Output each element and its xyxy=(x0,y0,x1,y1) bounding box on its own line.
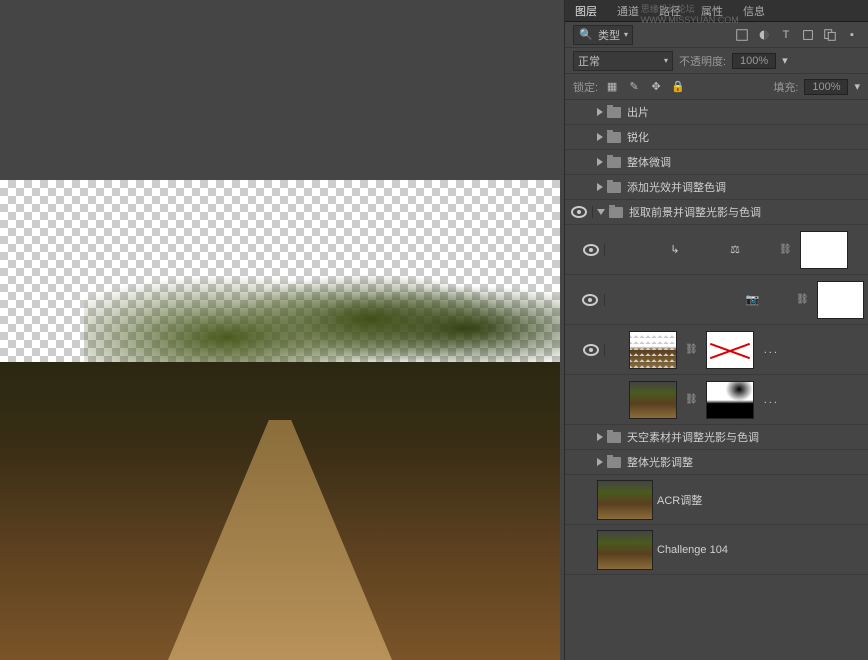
visibility-toggle[interactable] xyxy=(577,344,605,356)
more-icon[interactable]: ... xyxy=(764,394,779,406)
mask-thumb[interactable] xyxy=(800,231,848,269)
visibility-toggle[interactable] xyxy=(565,206,593,218)
group-add-light[interactable]: 添加光效并调整色调 xyxy=(565,175,868,200)
fill-field[interactable]: 100% xyxy=(804,79,848,95)
link-icon[interactable]: ⛓ xyxy=(779,244,792,255)
lock-all-icon[interactable]: 🔒 xyxy=(670,79,686,95)
folder-icon xyxy=(607,457,621,468)
chevron-down-icon[interactable]: ▾ xyxy=(782,54,788,67)
link-icon[interactable]: ⛓ xyxy=(685,344,698,355)
lock-row: 锁定: ▦ ✎ ✥ 🔒 填充: 100% ▾ xyxy=(565,74,868,100)
canvas[interactable] xyxy=(0,180,560,660)
folder-icon xyxy=(607,182,621,193)
chevron-down-icon[interactable]: ▾ xyxy=(854,80,860,93)
panel-menu-icon[interactable]: ▪ xyxy=(844,27,860,43)
layer-acr[interactable]: ACR调整 xyxy=(565,475,868,525)
filter-type-select[interactable]: 🔍 类型 ▾ xyxy=(573,25,633,45)
layer-thumb[interactable] xyxy=(629,381,677,419)
exposure-icon: ⚖ xyxy=(725,240,745,260)
group-sharpen[interactable]: 锐化 xyxy=(565,125,868,150)
link-icon[interactable]: ⛓ xyxy=(685,394,698,405)
opacity-field[interactable]: 100% xyxy=(732,53,776,69)
folder-icon xyxy=(607,432,621,443)
adj-layer-exposure[interactable]: ↳ ⚖ ⛓ xyxy=(565,225,868,275)
folder-icon xyxy=(607,157,621,168)
layers-panel: 思缘设计论坛 WWW.MISSYUAN.COM 图层 通道 路径 属性 信息 🔍… xyxy=(564,0,868,660)
layer-name[interactable]: 天空素材并调整光影与色调 xyxy=(627,425,868,449)
adj-layer-camera[interactable]: 📷 ⛓ xyxy=(565,275,868,325)
layer-name[interactable]: 锐化 xyxy=(627,125,868,149)
clip-icon: ↳ xyxy=(665,240,685,260)
blend-mode-value: 正常 xyxy=(578,53,600,69)
lock-brush-icon[interactable]: ✎ xyxy=(626,79,642,95)
expand-toggle[interactable] xyxy=(597,433,603,441)
filter-shape-icon[interactable] xyxy=(800,27,816,43)
expand-toggle[interactable] xyxy=(597,133,603,141)
watermark-text: 思缘设计论坛 WWW.MISSYUAN.COM xyxy=(641,2,793,25)
tab-layers[interactable]: 图层 xyxy=(571,0,601,22)
search-icon: 🔍 xyxy=(578,27,594,43)
filter-label: 类型 xyxy=(598,27,620,43)
chevron-down-icon: ▾ xyxy=(664,56,668,65)
filter-pixel-icon[interactable] xyxy=(734,27,750,43)
image-foreground xyxy=(0,180,560,660)
layer-name[interactable]: ACR调整 xyxy=(657,488,868,512)
layer-fg-1[interactable]: ⛓ ... xyxy=(565,325,868,375)
layers-list: 出片 锐化 整体微调 添加光效并调整色调 抠取前景并调整光影与色调 xyxy=(565,100,868,575)
layer-name[interactable]: 添加光效并调整色调 xyxy=(627,175,868,199)
expand-toggle[interactable] xyxy=(597,108,603,116)
camera-icon: 📷 xyxy=(743,290,763,310)
layer-fg-2[interactable]: ⛓ ... xyxy=(565,375,868,425)
tab-channels[interactable]: 通道 xyxy=(613,0,643,22)
group-global-light[interactable]: 整体光影调整 xyxy=(565,450,868,475)
fill-label: 填充: xyxy=(773,79,798,95)
folder-icon xyxy=(607,107,621,118)
layer-thumb[interactable] xyxy=(629,331,677,369)
mask-thumb[interactable] xyxy=(817,281,864,319)
filter-text-icon[interactable]: T xyxy=(778,27,794,43)
filter-adjust-icon[interactable] xyxy=(756,27,772,43)
layer-name[interactable]: 抠取前景并调整光影与色调 xyxy=(629,200,868,224)
visibility-toggle[interactable] xyxy=(577,244,605,256)
layer-name[interactable]: 出片 xyxy=(627,100,868,124)
layer-name[interactable]: 整体微调 xyxy=(627,150,868,174)
group-global-adjust[interactable]: 整体微调 xyxy=(565,150,868,175)
expand-toggle[interactable] xyxy=(597,158,603,166)
folder-icon xyxy=(607,132,621,143)
layer-thumb[interactable] xyxy=(597,480,653,520)
folder-icon xyxy=(609,207,623,218)
layer-name[interactable]: 整体光影调整 xyxy=(627,450,868,474)
layer-challenge[interactable]: Challenge 104 xyxy=(565,525,868,575)
layer-thumb[interactable] xyxy=(597,530,653,570)
lock-transparency-icon[interactable]: ▦ xyxy=(604,79,620,95)
blend-mode-select[interactable]: 正常 ▾ xyxy=(573,51,673,71)
more-icon[interactable]: ... xyxy=(764,344,779,356)
expand-toggle[interactable] xyxy=(597,209,605,215)
blend-row: 正常 ▾ 不透明度: 100% ▾ xyxy=(565,48,868,74)
mask-thumb[interactable] xyxy=(706,381,754,419)
mask-thumb-disabled[interactable] xyxy=(706,331,754,369)
expand-toggle[interactable] xyxy=(597,183,603,191)
group-fg-extract[interactable]: 抠取前景并调整光影与色调 xyxy=(565,200,868,225)
lock-label: 锁定: xyxy=(573,79,598,95)
link-icon[interactable]: ⛓ xyxy=(796,294,809,305)
opacity-label: 不透明度: xyxy=(679,53,726,69)
group-sky-mat[interactable]: 天空素材并调整光影与色调 xyxy=(565,425,868,450)
chevron-down-icon: ▾ xyxy=(624,30,628,39)
filter-smart-icon[interactable] xyxy=(822,27,838,43)
filter-row: 🔍 类型 ▾ T ▪ xyxy=(565,22,868,48)
visibility-toggle[interactable] xyxy=(577,294,605,306)
layer-name[interactable]: Challenge 104 xyxy=(657,540,868,560)
group-export[interactable]: 出片 xyxy=(565,100,868,125)
lock-position-icon[interactable]: ✥ xyxy=(648,79,664,95)
expand-toggle[interactable] xyxy=(597,458,603,466)
